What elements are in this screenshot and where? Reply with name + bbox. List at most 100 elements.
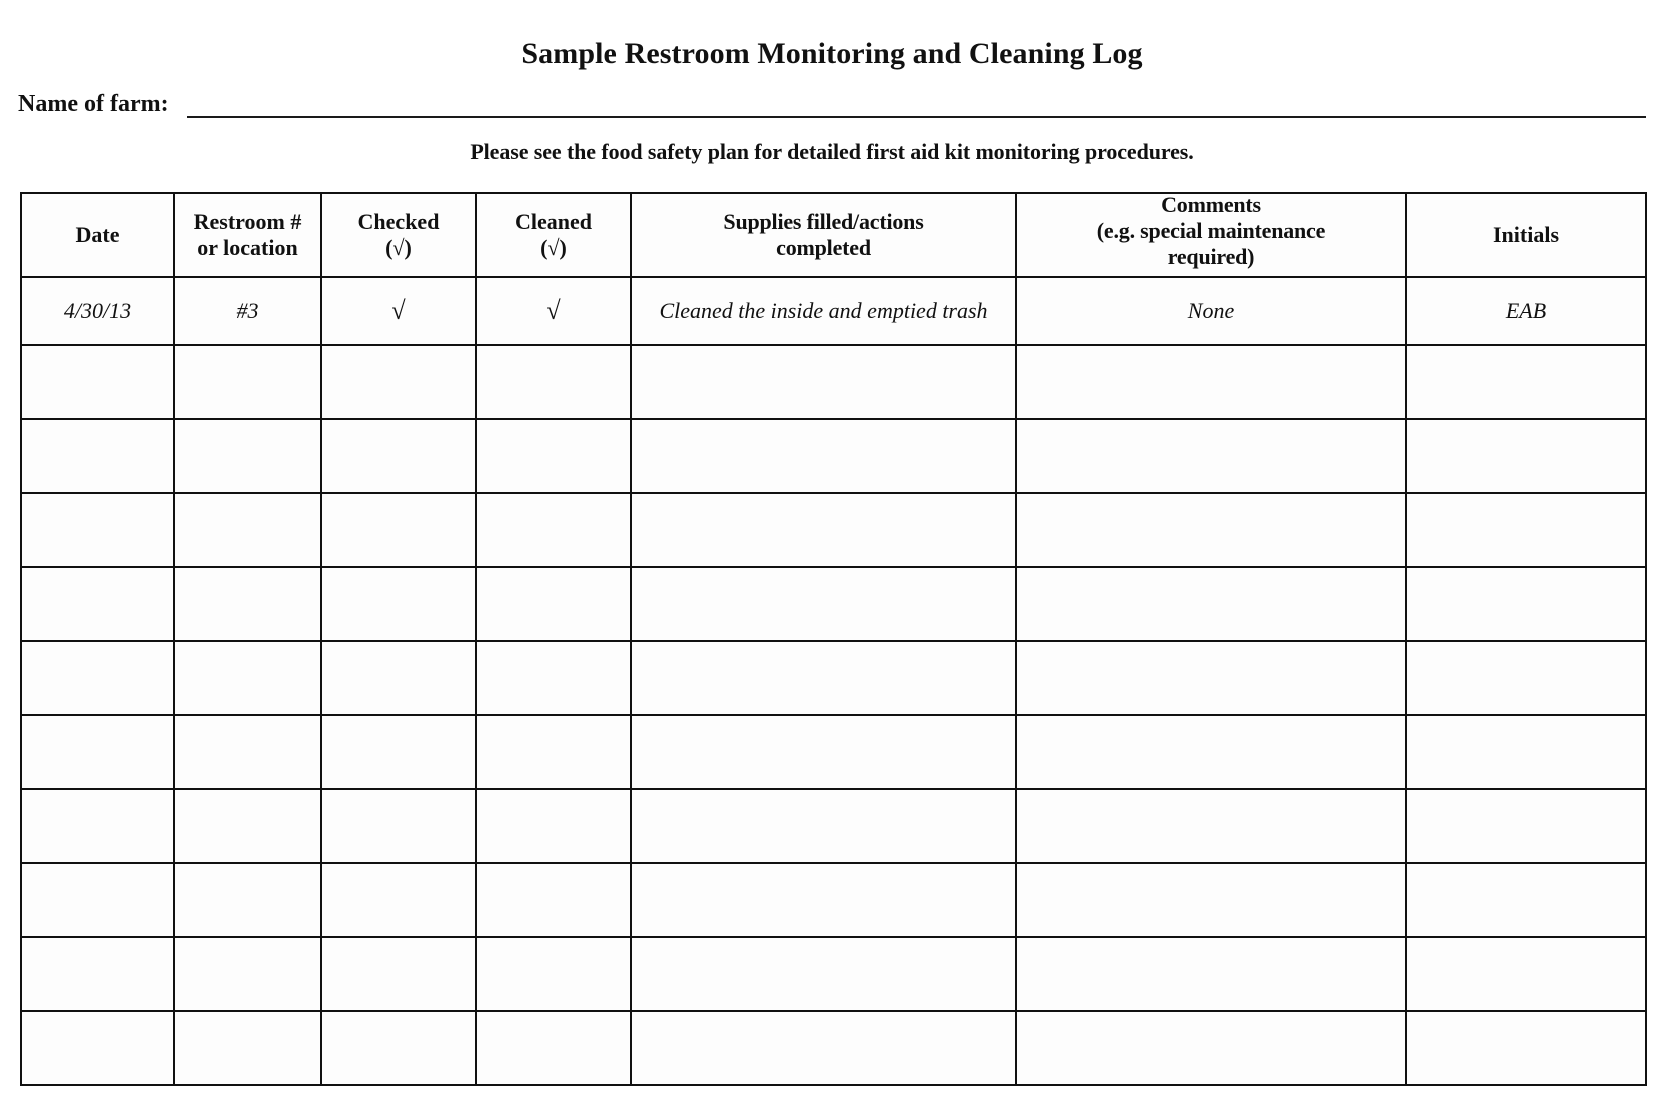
cell-restroom[interactable] bbox=[173, 492, 322, 568]
cell-initials[interactable]: EAB bbox=[1405, 276, 1647, 346]
cell-comments[interactable] bbox=[1015, 344, 1407, 420]
cell-cleaned[interactable]: √ bbox=[475, 276, 632, 346]
cell-checked[interactable] bbox=[320, 788, 477, 864]
cell-date[interactable] bbox=[20, 714, 175, 790]
cell-checked[interactable] bbox=[320, 344, 477, 420]
cell-date[interactable] bbox=[20, 936, 175, 1012]
cell-checked[interactable] bbox=[320, 492, 477, 568]
column-header-checked: Checked (√) bbox=[320, 192, 477, 278]
cell-checked[interactable] bbox=[320, 1010, 477, 1086]
cell-restroom[interactable]: #3 bbox=[173, 276, 322, 346]
cell-restroom[interactable] bbox=[173, 1010, 322, 1086]
cell-checked[interactable]: √ bbox=[320, 276, 477, 346]
cell-supplies[interactable] bbox=[630, 640, 1017, 716]
cell-cleaned[interactable] bbox=[475, 788, 632, 864]
cell-restroom[interactable] bbox=[173, 640, 322, 716]
cell-supplies[interactable] bbox=[630, 714, 1017, 790]
table-row[interactable] bbox=[20, 566, 1647, 642]
cell-checked[interactable] bbox=[320, 862, 477, 938]
cell-initials[interactable] bbox=[1405, 788, 1647, 864]
header-line-3: required) bbox=[1167, 243, 1255, 269]
cell-checked[interactable] bbox=[320, 640, 477, 716]
cell-cleaned[interactable] bbox=[475, 344, 632, 420]
cell-supplies[interactable] bbox=[630, 1010, 1017, 1086]
document-page: Sample Restroom Monitoring and Cleaning … bbox=[0, 0, 1664, 1086]
cell-comments[interactable] bbox=[1015, 1010, 1407, 1086]
cell-supplies[interactable] bbox=[630, 862, 1017, 938]
cell-cleaned[interactable] bbox=[475, 1010, 632, 1086]
cell-comments[interactable] bbox=[1015, 714, 1407, 790]
cell-restroom[interactable] bbox=[173, 566, 322, 642]
checkmark-icon: √ bbox=[546, 296, 561, 325]
cell-initials[interactable] bbox=[1405, 418, 1647, 494]
table-row[interactable] bbox=[20, 788, 1647, 864]
cell-supplies[interactable] bbox=[630, 492, 1017, 568]
cell-date[interactable] bbox=[20, 1010, 175, 1086]
cell-date[interactable] bbox=[20, 788, 175, 864]
cell-date[interactable] bbox=[20, 566, 175, 642]
cell-date[interactable] bbox=[20, 492, 175, 568]
cell-supplies[interactable] bbox=[630, 936, 1017, 1012]
cell-restroom[interactable] bbox=[173, 418, 322, 494]
cell-cleaned[interactable] bbox=[475, 418, 632, 494]
cell-cleaned[interactable] bbox=[475, 640, 632, 716]
cell-supplies[interactable] bbox=[630, 418, 1017, 494]
header-line-1: Comments bbox=[1161, 193, 1261, 218]
table-row[interactable] bbox=[20, 936, 1647, 1012]
cell-checked[interactable] bbox=[320, 418, 477, 494]
cell-comments[interactable] bbox=[1015, 566, 1407, 642]
cell-supplies[interactable]: Cleaned the inside and emptied trash bbox=[630, 276, 1017, 346]
cell-comments[interactable] bbox=[1015, 862, 1407, 938]
table-row[interactable] bbox=[20, 418, 1647, 494]
cell-checked[interactable] bbox=[320, 714, 477, 790]
cell-comments[interactable] bbox=[1015, 492, 1407, 568]
cell-checked[interactable] bbox=[320, 566, 477, 642]
cell-initials[interactable] bbox=[1405, 492, 1647, 568]
cell-supplies[interactable] bbox=[630, 788, 1017, 864]
farm-name-field[interactable]: Name of farm: bbox=[0, 92, 1664, 118]
table-row[interactable] bbox=[20, 492, 1647, 568]
cell-value: 4/30/13 bbox=[63, 297, 132, 323]
cell-restroom[interactable] bbox=[173, 936, 322, 1012]
cell-date[interactable] bbox=[20, 344, 175, 420]
cell-checked[interactable] bbox=[320, 936, 477, 1012]
header-line-1: Date bbox=[75, 222, 120, 248]
cell-comments[interactable] bbox=[1015, 788, 1407, 864]
cell-comments[interactable]: None bbox=[1015, 276, 1407, 346]
table-row[interactable] bbox=[20, 640, 1647, 716]
header-line-2: (√) bbox=[540, 235, 567, 260]
farm-name-blank-line[interactable] bbox=[186, 96, 1646, 118]
table-row[interactable]: 4/30/13 #3 √ √ Cleaned the inside and em… bbox=[20, 276, 1647, 346]
table-row[interactable] bbox=[20, 714, 1647, 790]
cell-cleaned[interactable] bbox=[475, 714, 632, 790]
cell-initials[interactable] bbox=[1405, 936, 1647, 1012]
cell-date[interactable] bbox=[20, 418, 175, 494]
cell-initials[interactable] bbox=[1405, 862, 1647, 938]
cell-cleaned[interactable] bbox=[475, 492, 632, 568]
cell-date[interactable] bbox=[20, 862, 175, 938]
header-line-1: Checked bbox=[357, 209, 440, 235]
cell-initials[interactable] bbox=[1405, 344, 1647, 420]
table-row[interactable] bbox=[20, 862, 1647, 938]
cell-date[interactable]: 4/30/13 bbox=[20, 276, 175, 346]
cell-supplies[interactable] bbox=[630, 344, 1017, 420]
cell-comments[interactable] bbox=[1015, 418, 1407, 494]
cell-initials[interactable] bbox=[1405, 566, 1647, 642]
cell-restroom[interactable] bbox=[173, 344, 322, 420]
cell-comments[interactable] bbox=[1015, 640, 1407, 716]
cell-initials[interactable] bbox=[1405, 640, 1647, 716]
cell-supplies[interactable] bbox=[630, 566, 1017, 642]
cell-cleaned[interactable] bbox=[475, 862, 632, 938]
table-row[interactable] bbox=[20, 1010, 1647, 1086]
cell-date[interactable] bbox=[20, 640, 175, 716]
cell-comments[interactable] bbox=[1015, 936, 1407, 1012]
cell-initials[interactable] bbox=[1405, 1010, 1647, 1086]
cell-cleaned[interactable] bbox=[475, 936, 632, 1012]
cell-cleaned[interactable] bbox=[475, 566, 632, 642]
cell-restroom[interactable] bbox=[173, 862, 322, 938]
cell-restroom[interactable] bbox=[173, 788, 322, 864]
table-row[interactable] bbox=[20, 344, 1647, 420]
cell-initials[interactable] bbox=[1405, 714, 1647, 790]
header-line-2: or location bbox=[197, 235, 298, 260]
cell-restroom[interactable] bbox=[173, 714, 322, 790]
